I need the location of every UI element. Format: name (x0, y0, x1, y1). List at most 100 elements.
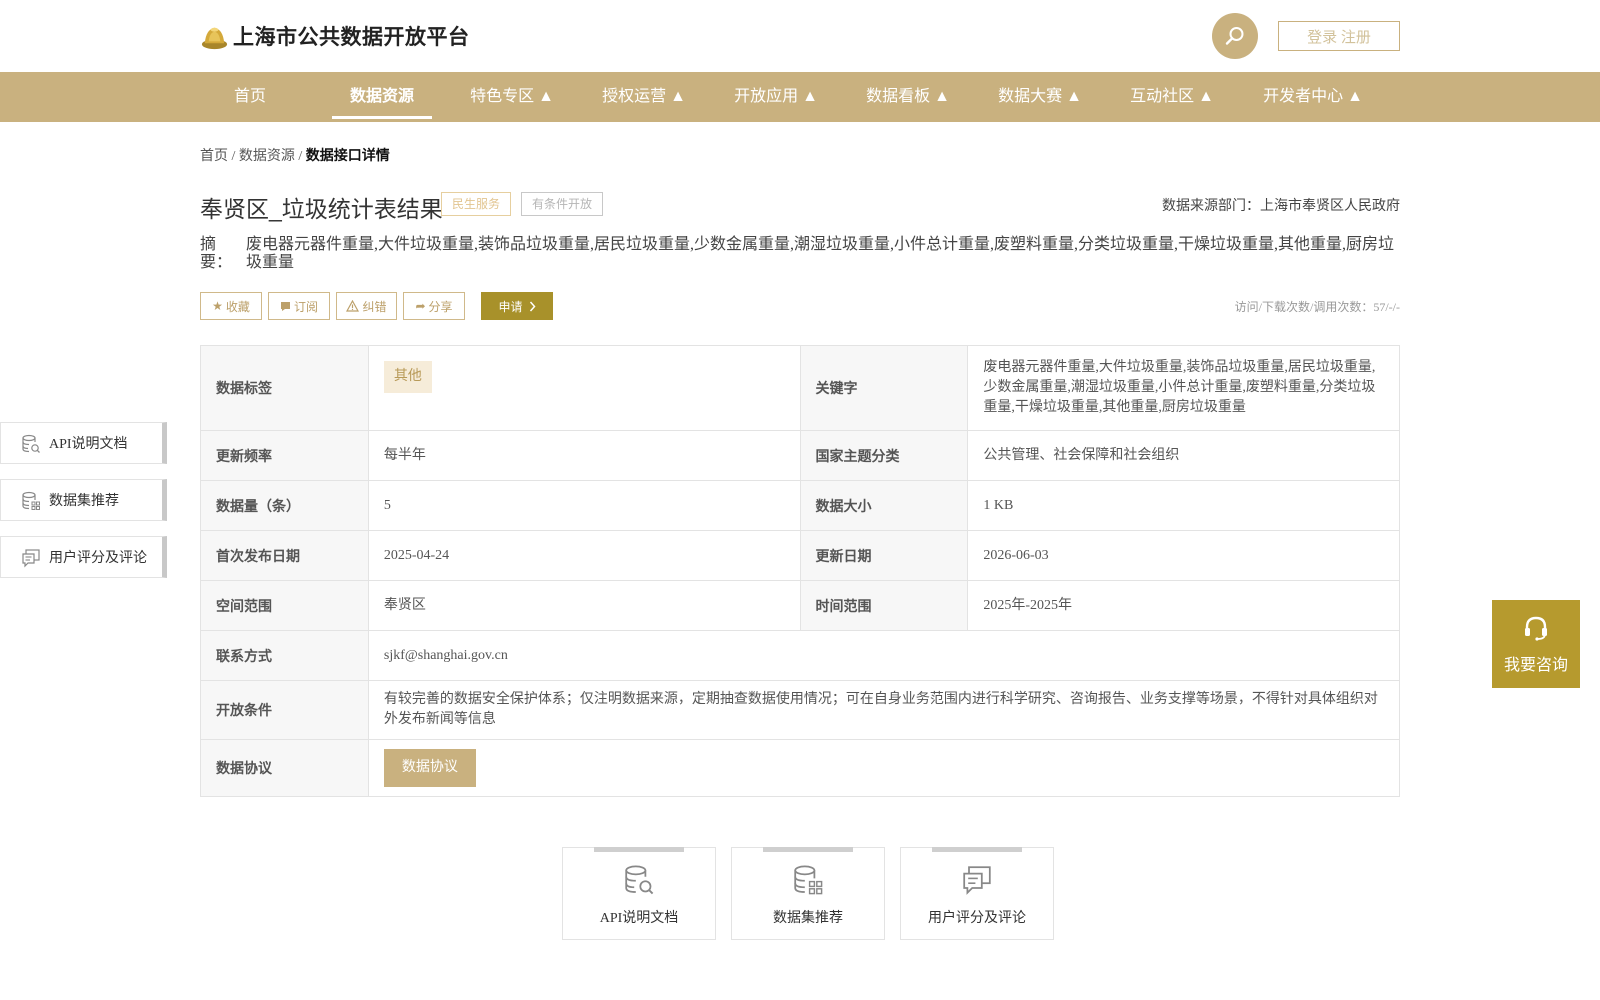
table-row: 首次发布日期 2025-04-24 更新日期 2026-06-03 (201, 531, 1399, 581)
nav-item-community[interactable]: 互动社区 ▲ (1126, 72, 1218, 122)
chat-bubbles-icon (22, 549, 40, 568)
table-row: 数据协议 数据协议 (201, 740, 1399, 796)
first-publish-label: 首次发布日期 (201, 531, 369, 580)
data-size-label: 数据大小 (800, 481, 969, 530)
table-row: 更新频率 每半年 国家主题分类 公共管理、社会保障和社会组织 (201, 431, 1399, 481)
card-label: 数据集推荐 (773, 911, 843, 926)
nav-item-authorized-operation[interactable]: 授权运营 ▲ (598, 72, 690, 122)
keyword-label: 关键字 (800, 346, 969, 430)
data-protocol-button[interactable]: 数据协议 (383, 749, 476, 787)
data-protocol-cell: 数据协议 (369, 740, 1399, 796)
data-count-label: 数据量（条） (201, 481, 369, 530)
nav-item-data-contest[interactable]: 数据大赛 ▲ (994, 72, 1086, 122)
headset-icon (1525, 616, 1547, 641)
breadcrumb-separator: / (294, 149, 306, 164)
consult-button[interactable]: 我要咨询 (1492, 600, 1580, 688)
update-frequency-label: 更新频率 (201, 431, 369, 480)
update-frequency-value: 每半年 (369, 431, 801, 480)
favorite-button[interactable]: ★ 收藏 (200, 292, 262, 320)
login-register-button[interactable]: 登录 注册 (1278, 21, 1400, 51)
data-count-value: 5 (369, 481, 801, 530)
update-date-value: 2026-06-03 (983, 547, 1049, 563)
chevron-right-icon (529, 301, 536, 311)
main-nav: 首页 数据资源 特色专区 ▲ 授权运营 ▲ 开放应用 ▲ 数据看板 ▲ 数据大赛… (0, 72, 1600, 122)
side-tab-label: API说明文档 (49, 437, 128, 452)
database-grid-icon (22, 491, 40, 510)
space-range-label: 空间范围 (201, 581, 369, 630)
side-tab-api-doc[interactable]: API说明文档 (0, 422, 167, 464)
site-logo[interactable]: 上海市公共数据开放平台 (200, 20, 470, 52)
national-theme-value: 公共管理、社会保障和社会组织 (983, 447, 1180, 463)
database-search-icon (625, 865, 654, 895)
side-tab-dataset-recommend[interactable]: 数据集推荐 (0, 479, 167, 521)
breadcrumb: 首页 / 数据资源 / 数据接口详情 (200, 145, 390, 165)
share-label: 分享 (428, 299, 453, 314)
keyword-value: 废电器元器件重量,大件垃圾重量,装饰品垃圾重量,居民垃圾重量,少数金属重量,潮湿… (983, 360, 1376, 415)
data-size-value: 1 KB (983, 497, 1014, 513)
breadcrumb-home[interactable]: 首页 (200, 149, 228, 164)
side-tab-label: 数据集推荐 (49, 494, 119, 509)
star-icon: ★ (212, 298, 223, 313)
search-icon (1225, 27, 1244, 45)
nav-item-home[interactable]: 首页 (218, 72, 282, 122)
time-range-label: 时间范围 (800, 581, 969, 630)
update-date-label: 更新日期 (800, 531, 969, 580)
title-row: 奉贤区_垃圾统计表结果 民生服务 有条件开放 数据来源部门：上海市奉贤区人民政府 (200, 190, 1400, 222)
side-tab-label: 用户评分及评论 (49, 551, 147, 566)
database-grid-icon (794, 865, 823, 895)
breadcrumb-data-resources[interactable]: 数据资源 (239, 149, 295, 164)
nav-item-data-resources[interactable]: 数据资源 (332, 72, 432, 122)
card-top-bar (932, 847, 1022, 852)
abstract-label-line-1: 摘 (200, 236, 217, 253)
chat-bubbles-icon (963, 866, 991, 895)
warning-icon (346, 300, 360, 312)
card-user-reviews[interactable]: 用户评分及评论 (900, 847, 1054, 940)
source-department: 数据来源部门：上海市奉贤区人民政府 (1162, 199, 1400, 214)
card-top-bar (763, 847, 853, 852)
breadcrumb-current: 数据接口详情 (305, 149, 390, 164)
data-tag-label: 数据标签 (201, 346, 369, 430)
page-title: 奉贤区_垃圾统计表结果 (200, 196, 443, 222)
contact-label: 联系方式 (201, 631, 369, 680)
visit-count: 访问/下载次数/调用次数：57/-/- (1234, 300, 1400, 314)
breadcrumb-separator: / (228, 149, 239, 164)
nav-item-open-apps[interactable]: 开放应用 ▲ (730, 72, 822, 122)
info-table: 数据标签 其他 关键字 废电器元器件重量,大件垃圾重量,装饰品垃圾重量,居民垃圾… (200, 345, 1400, 797)
open-type-tag: 有条件开放 (521, 192, 604, 216)
side-tab-user-reviews[interactable]: 用户评分及评论 (0, 536, 167, 578)
share-button[interactable]: ➦ 分享 (403, 292, 465, 320)
apply-label: 申请 (498, 299, 523, 314)
table-row: 数据量（条） 5 数据大小 1 KB (201, 481, 1399, 531)
table-row: 联系方式 sjkf@shanghai.gov.cn (201, 631, 1399, 681)
database-search-icon (22, 434, 40, 453)
open-condition-label: 开放条件 (201, 681, 369, 739)
contact-value: sjkf@shanghai.gov.cn (383, 647, 508, 663)
data-tag-chip[interactable]: 其他 (383, 361, 432, 393)
nav-item-developer-center[interactable]: 开发者中心 ▲ (1258, 72, 1368, 122)
card-label: 用户评分及评论 (928, 911, 1026, 926)
data-tag-cell: 其他 (369, 346, 801, 430)
table-row: 数据标签 其他 关键字 废电器元器件重量,大件垃圾重量,装饰品垃圾重量,居民垃圾… (201, 346, 1399, 431)
space-range-value: 奉贤区 (369, 581, 801, 630)
report-error-label: 纠错 (362, 299, 387, 314)
card-dataset-recommend[interactable]: 数据集推荐 (731, 847, 885, 940)
subscribe-button[interactable]: 订阅 (268, 292, 330, 320)
open-condition-value: 有较完善的数据安全保护体系；仅注明数据来源，定期抽查数据使用情况；可在自身业务范… (383, 692, 1378, 727)
site-header: 上海市公共数据开放平台 登录 注册 (0, 0, 1600, 72)
abstract-label: 摘 要： (200, 236, 236, 272)
card-api-doc[interactable]: API说明文档 (562, 847, 716, 940)
favorite-label: 收藏 (225, 299, 250, 314)
bookmark-icon (280, 301, 290, 311)
report-error-button[interactable]: 纠错 (336, 292, 397, 320)
apply-button[interactable]: 申请 (481, 292, 553, 320)
nav-item-data-dashboard[interactable]: 数据看板 ▲ (862, 72, 954, 122)
subscribe-label: 订阅 (293, 299, 318, 314)
share-arrow-icon: ➦ (415, 298, 426, 313)
search-button[interactable] (1212, 13, 1258, 59)
gold-ingot-logo-icon (201, 27, 228, 49)
category-tag: 民生服务 (441, 192, 512, 216)
national-theme-label: 国家主题分类 (800, 431, 969, 480)
nav-item-special-zone[interactable]: 特色专区 ▲ (466, 72, 558, 122)
card-top-bar (594, 847, 684, 852)
data-protocol-label: 数据协议 (201, 740, 369, 796)
